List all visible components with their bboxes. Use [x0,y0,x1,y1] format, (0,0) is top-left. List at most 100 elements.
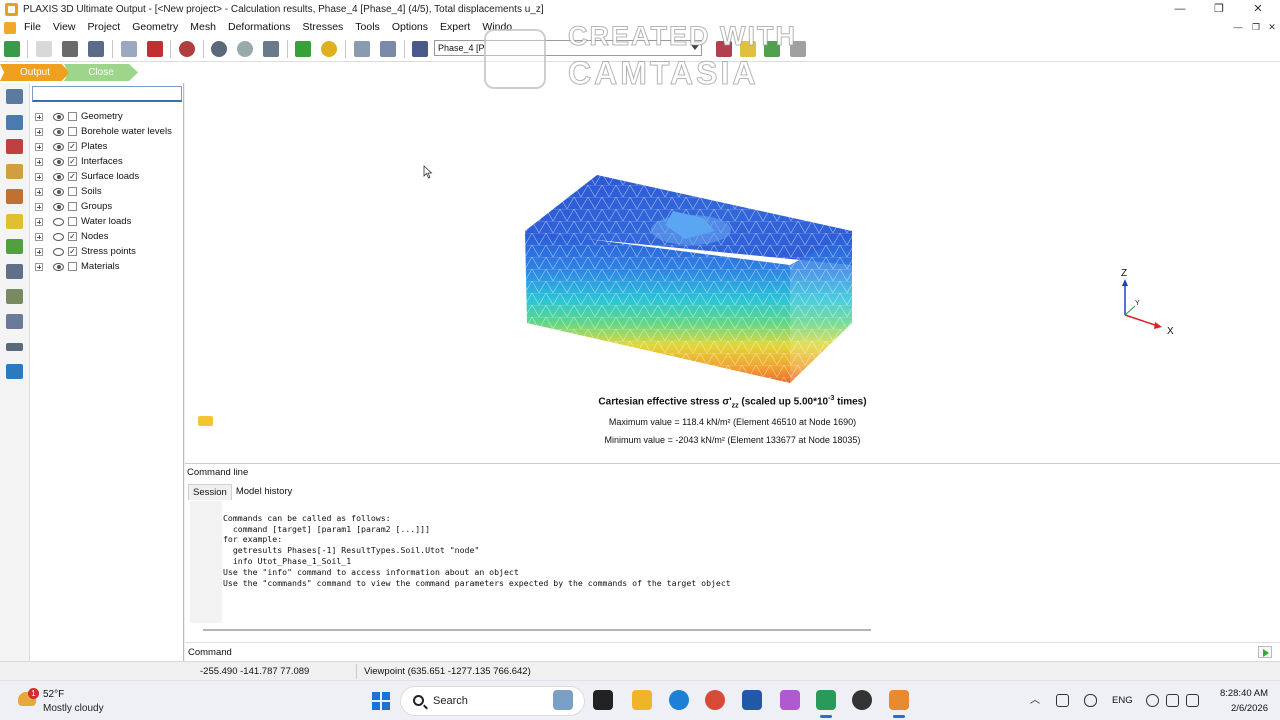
visibility-eye-icon[interactable] [53,127,64,136]
expand-icon[interactable] [35,127,43,136]
visibility-eye-icon[interactable] [53,157,64,166]
menu-view[interactable]: View [47,19,82,36]
zoom-window-icon[interactable] [121,41,137,57]
pencil-icon[interactable] [740,41,756,57]
clock-date[interactable]: 2/6/2026 [1206,703,1268,714]
tree-item-borehole-water-levels[interactable]: Borehole water levels [30,124,184,139]
cross-section-icon[interactable] [6,115,23,130]
tree-checkbox[interactable]: ✓ [68,142,77,151]
edge-browser-icon[interactable] [669,690,689,710]
expand-icon[interactable] [35,112,43,121]
recorder-app-icon[interactable] [852,690,872,710]
visibility-eye-icon[interactable] [53,262,64,271]
tree-checkbox[interactable] [68,112,77,121]
globe-icon[interactable] [1146,694,1159,707]
table-icon[interactable] [380,41,396,57]
expand-icon[interactable] [35,232,43,241]
rotate-icon[interactable] [179,41,195,57]
tree-checkbox[interactable]: ✓ [68,172,77,181]
store-app-icon[interactable] [742,690,762,710]
tree-item-soils[interactable]: Soils [30,184,184,199]
ruler-icon[interactable] [6,343,23,351]
tree-item-nodes[interactable]: ✓ Nodes [30,229,184,244]
network-off-icon[interactable] [1056,694,1069,707]
expand-icon[interactable] [35,262,43,271]
visibility-eye-icon[interactable] [53,112,64,121]
curve-icon[interactable] [6,289,23,304]
horizontal-scrollbar[interactable] [203,629,871,631]
mdi-minimize-button[interactable]: — [1229,19,1247,36]
menu-file[interactable]: File [18,19,47,36]
tree-item-geometry[interactable]: Geometry [30,109,184,124]
viewport-3d[interactable]: Z Y X Cartesian effective stress σ'zz (s… [185,83,1280,463]
tree-checkbox[interactable] [68,202,77,211]
file-explorer-icon[interactable] [632,690,652,710]
draw-icon[interactable] [147,41,163,57]
filter-icon[interactable] [790,41,806,57]
visibility-eye-icon[interactable] [53,247,64,256]
tree-checkbox[interactable]: ✓ [68,232,77,241]
tree-checkbox[interactable] [68,127,77,136]
expand-icon[interactable] [35,187,43,196]
copilot-icon[interactable] [780,690,800,710]
soil-volume-stress-plot[interactable] [525,173,855,383]
phase-select[interactable]: Phase_4 [P [434,40,702,56]
menu-stresses[interactable]: Stresses [296,19,349,36]
tools-icon[interactable] [716,41,732,57]
visibility-eye-icon[interactable] [53,202,64,211]
info-icon[interactable] [6,364,23,379]
menu-window[interactable]: Windo [476,19,518,36]
tab-model-history[interactable]: Model history [232,484,297,500]
stress-point-icon[interactable] [6,189,23,204]
expand-icon[interactable] [35,247,43,256]
node-select-icon[interactable] [6,164,23,179]
expand-icon[interactable] [35,217,43,226]
zoom-out-icon[interactable] [237,41,253,57]
mdi-close-button[interactable]: ✕ [1263,19,1280,36]
chrome-browser-icon[interactable] [705,690,725,710]
menu-expert[interactable]: Expert [434,19,476,36]
tree-checkbox[interactable] [68,187,77,196]
output-tab[interactable]: Output [0,64,70,81]
move-icon[interactable] [295,41,311,57]
tree-item-water-loads[interactable]: Water loads [30,214,184,229]
menu-options[interactable]: Options [386,19,434,36]
minimize-button[interactable]: — [1160,0,1200,19]
zoom-in-icon[interactable] [211,41,227,57]
annotation-icon[interactable] [6,214,23,229]
plaxis-output-icon[interactable] [889,690,909,718]
tree-checkbox[interactable] [68,262,77,271]
close-window-button[interactable]: ✕ [1238,0,1278,19]
tree-item-groups[interactable]: Groups [30,199,184,214]
run-command-button[interactable] [1258,646,1272,658]
tree-checkbox[interactable] [68,217,77,226]
command-input[interactable] [245,645,1255,659]
zoom-extents-icon[interactable] [263,41,279,57]
expand-icon[interactable] [35,142,43,151]
tree-item-interfaces[interactable]: ✓ Interfaces [30,154,184,169]
menu-geometry[interactable]: Geometry [126,19,184,36]
visibility-eye-icon[interactable] [53,217,64,226]
plate-select-icon[interactable] [6,239,23,254]
restore-button[interactable]: ❐ [1199,0,1239,19]
layer-icon[interactable] [6,264,23,279]
visibility-eye-icon[interactable] [53,172,64,181]
plaxis-input-icon[interactable] [816,690,836,718]
tree-item-surface-loads[interactable]: ✓ Surface loads [30,169,184,184]
expand-icon[interactable] [35,202,43,211]
menu-deformations[interactable]: Deformations [222,19,296,36]
tree-item-stress-points[interactable]: ✓ Stress points [30,244,184,259]
visibility-eye-icon[interactable] [53,232,64,241]
tab-session[interactable]: Session [188,484,232,500]
battery-icon[interactable] [1186,694,1199,707]
microphone-icon[interactable] [1084,694,1097,707]
probe-icon[interactable] [198,416,213,426]
list-icon[interactable] [412,41,428,57]
weather-widget[interactable]: 1 52°F Mostly cloudy [16,686,146,716]
chart-icon[interactable] [764,41,780,57]
scale-icon[interactable] [354,41,370,57]
expand-icon[interactable] [35,172,43,181]
open-project-icon[interactable] [4,41,20,57]
light-icon[interactable] [321,41,337,57]
close-tab[interactable]: Close [64,64,138,81]
